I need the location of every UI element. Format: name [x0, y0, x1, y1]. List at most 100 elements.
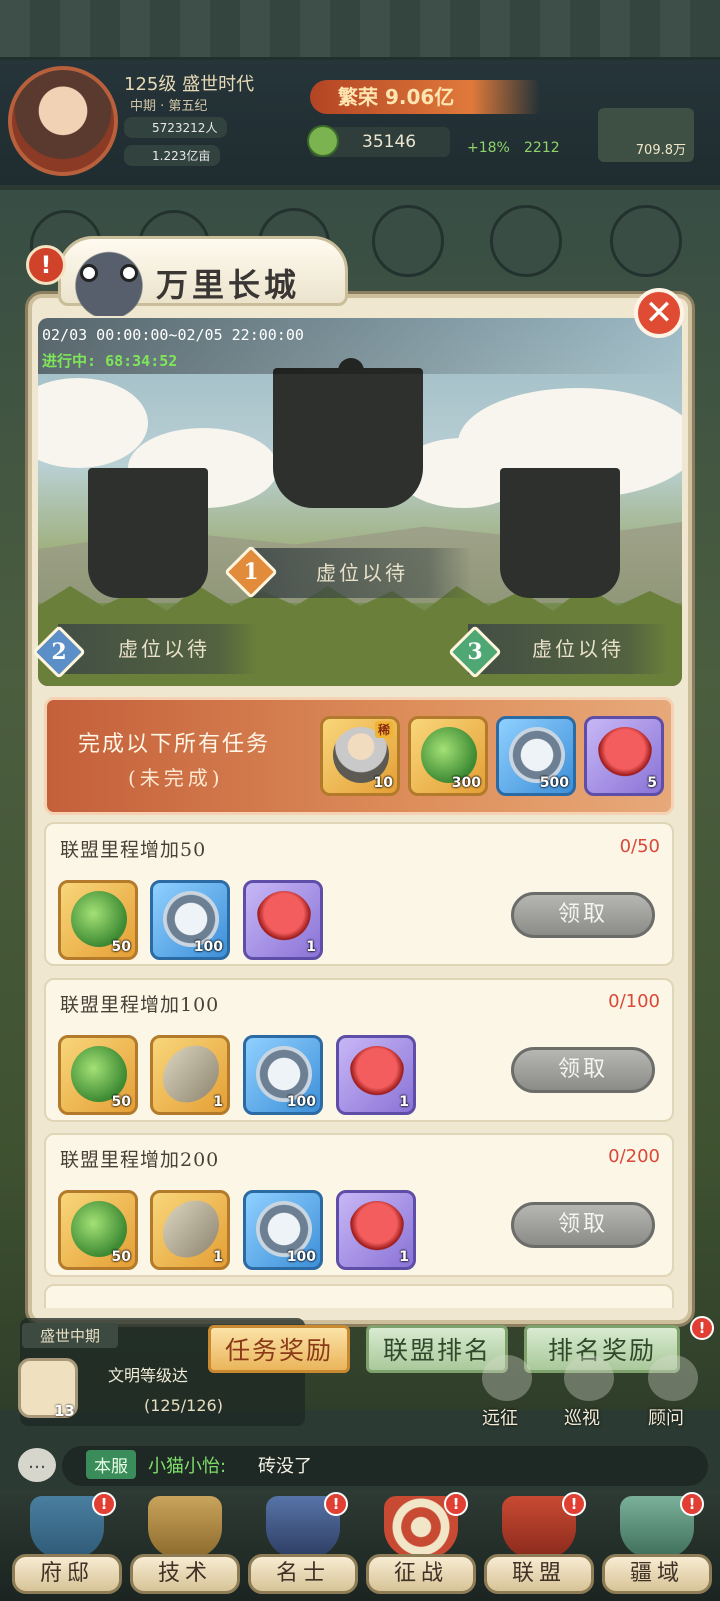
task-card-partial	[44, 1284, 674, 1308]
resource-amount[interactable]: 709.8万	[598, 108, 694, 162]
nav-technology[interactable]: 技术	[130, 1496, 240, 1596]
bonus-percent: +18%	[467, 140, 510, 156]
notification-badge: !	[690, 1316, 714, 1340]
reward-rose[interactable]: 1	[336, 1035, 416, 1115]
modal-title: 万里长城	[156, 266, 301, 304]
reward-qty: 1	[213, 1094, 223, 1110]
rank-2-plate: 虚位以待	[58, 624, 258, 674]
reward-qty: 1	[306, 939, 316, 955]
player-avatar[interactable]	[8, 66, 118, 176]
tab-task-rewards[interactable]: 任务奖励	[208, 1325, 350, 1373]
event-time-range: 02/03 00:00:00~02/05 22:00:00	[42, 326, 304, 344]
reward-qty: 50	[111, 1249, 131, 1265]
event-icon[interactable]	[490, 205, 562, 277]
event-status: 进行中: 68:34:52	[42, 350, 177, 371]
task-title: 联盟里程增加100	[60, 994, 220, 1016]
reward-jade-dragon[interactable]: 50	[58, 880, 138, 960]
side-action-expedition[interactable]: 远征	[482, 1404, 518, 1430]
reward-jade-dragon[interactable]: 50	[58, 1035, 138, 1115]
notification-badge: !	[92, 1492, 116, 1516]
level-title: 125级 盛世时代	[124, 74, 255, 95]
reward-contribution-coin[interactable]: 100	[243, 1190, 323, 1270]
population-value: 5723212人	[124, 117, 228, 138]
mascot-eye	[80, 264, 98, 282]
rank-2-number: 2	[51, 639, 67, 665]
event-icon[interactable]	[610, 205, 682, 277]
reward-contribution-coin[interactable]: 500	[496, 716, 576, 796]
rare-tag: 稀	[374, 721, 393, 738]
stone-brick-icon	[163, 1196, 219, 1262]
objective-status: (未完成)	[128, 766, 224, 790]
reward-rose[interactable]: 1	[336, 1190, 416, 1270]
task-progress: 0/50	[619, 836, 660, 857]
reward-contribution-coin[interactable]: 100	[150, 880, 230, 960]
rank-3-silhouette	[500, 468, 620, 598]
chat-username: 小猫小怡:	[148, 1456, 227, 1477]
reward-qty: 300	[451, 775, 481, 791]
reward-qty: 5	[647, 775, 657, 791]
advisor-icon[interactable]	[648, 1355, 698, 1401]
reward-qty: 100	[286, 1249, 316, 1265]
civilization-progress: (125/126)	[144, 1396, 223, 1415]
rose-icon	[349, 1201, 405, 1257]
rose-icon	[597, 727, 653, 783]
civilization-badge: 13	[54, 1402, 75, 1420]
reward-jade-dragon[interactable]: 50	[58, 1190, 138, 1270]
nav-label: 府邸	[12, 1554, 122, 1594]
reward-qty: 100	[286, 1094, 316, 1110]
notification-badge: !	[562, 1492, 586, 1516]
nav-label: 疆域	[602, 1554, 712, 1594]
top-banner	[0, 0, 720, 60]
rank-1-silhouette	[273, 368, 423, 508]
rose-icon	[349, 1046, 405, 1102]
claim-button[interactable]: 领取	[511, 1202, 655, 1248]
reward-qty: 500	[539, 775, 569, 791]
notification-badge: !	[680, 1492, 704, 1516]
reward-stone-brick[interactable]: 1	[150, 1035, 230, 1115]
land-value: 1.223亿亩	[124, 145, 221, 166]
jade-currency-icon[interactable]	[307, 125, 339, 157]
claim-button[interactable]: 领取	[511, 1047, 655, 1093]
nav-label: 技术	[130, 1554, 240, 1594]
nav-label: 联盟	[484, 1554, 594, 1594]
civilization-era: 盛世中期	[22, 1323, 119, 1348]
reward-qty: 1	[399, 1094, 409, 1110]
side-action-advisor[interactable]: 顾问	[648, 1404, 684, 1430]
prosperity-badge[interactable]: 繁荣 9.06亿	[310, 80, 540, 114]
objective-title: 完成以下所有任务	[78, 732, 271, 757]
patrol-icon[interactable]	[564, 1355, 614, 1401]
task-progress: 0/100	[608, 991, 660, 1012]
wheat-icon	[148, 1496, 222, 1558]
claim-button[interactable]: 领取	[511, 892, 655, 938]
rose-icon	[256, 891, 312, 947]
notification-badge: !	[324, 1492, 348, 1516]
close-button[interactable]: ✕	[634, 288, 684, 338]
notification-badge: !	[444, 1492, 468, 1516]
stone-brick-icon	[163, 1041, 219, 1107]
bonus-count: 2212	[524, 140, 560, 156]
chat-bubble-icon[interactable]: …	[18, 1448, 56, 1482]
reward-qty: 50	[111, 939, 131, 955]
countdown-value: 68:34:52	[105, 352, 178, 370]
reward-stone-brick[interactable]: 1	[150, 1190, 230, 1270]
mascot-eye	[120, 264, 138, 282]
expedition-icon[interactable]	[482, 1355, 532, 1401]
event-icon[interactable]	[372, 205, 444, 277]
mascot-icon	[58, 240, 160, 316]
alert-icon[interactable]: !	[26, 245, 66, 285]
civilization-label: 文明等级达	[108, 1366, 189, 1385]
reward-jade-dragon[interactable]: 300	[408, 716, 488, 796]
rank-3-number: 3	[467, 639, 483, 665]
reward-rose[interactable]: 5	[584, 716, 664, 796]
nav-label: 名士	[248, 1554, 358, 1594]
reward-qty: 10	[373, 775, 393, 791]
reward-contribution-coin[interactable]: 100	[243, 1035, 323, 1115]
task-title: 联盟里程增加50	[60, 839, 207, 861]
rank-1-plate: 虚位以待	[252, 548, 472, 598]
reward-qty: 100	[193, 939, 223, 955]
side-action-patrol[interactable]: 巡视	[564, 1404, 600, 1430]
reward-rose[interactable]: 1	[243, 880, 323, 960]
status-label: 进行中:	[42, 352, 97, 370]
nav-label: 征战	[366, 1554, 476, 1594]
reward-hero-portrait[interactable]: 稀 10	[320, 716, 400, 796]
